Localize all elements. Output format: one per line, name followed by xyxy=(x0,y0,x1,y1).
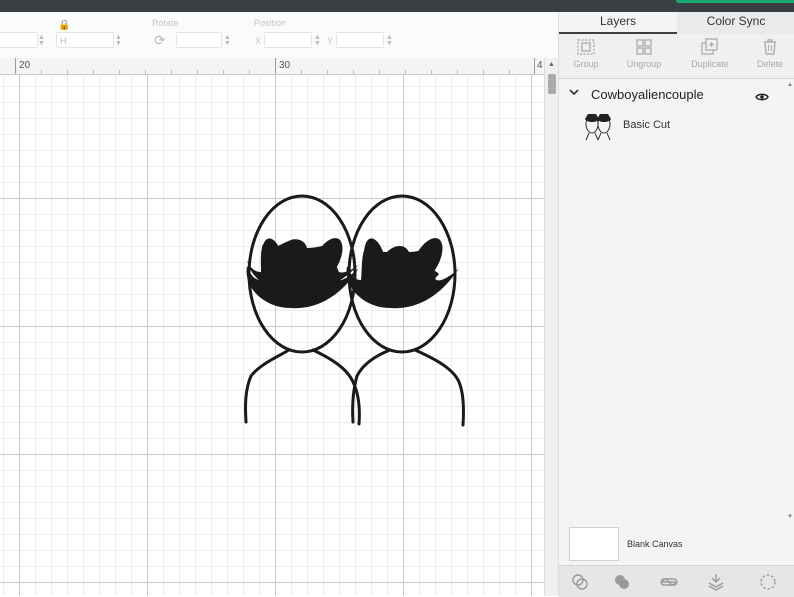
position-x-field[interactable] xyxy=(264,32,312,48)
ruler-minor-tick xyxy=(223,70,224,74)
trash-icon xyxy=(743,38,794,58)
group-label: Group xyxy=(573,59,599,69)
slice-icon[interactable] xyxy=(571,573,589,596)
ruler-major-tick xyxy=(534,58,535,74)
lock-icon[interactable]: 🔒 xyxy=(58,20,70,31)
group-icon xyxy=(559,38,613,58)
rotate-label: Rotate xyxy=(152,18,179,28)
panel-bottom-toolbar xyxy=(559,565,794,597)
scrollbar-thumb[interactable] xyxy=(548,74,556,94)
ungroup-label: Ungroup xyxy=(626,59,662,69)
contour-icon[interactable] xyxy=(759,573,777,596)
height-stepper[interactable]: ▲ ▼ xyxy=(115,34,122,47)
combine-icon[interactable] xyxy=(613,573,631,596)
layer-group-name: Cowboyaliencouple xyxy=(591,87,704,102)
layers-list: Cowboyaliencouple Basic Cut xyxy=(559,79,794,519)
duplicate-label: Duplicate xyxy=(691,59,729,69)
ruler-minor-tick xyxy=(145,70,146,74)
ungroup-button[interactable]: Ungroup xyxy=(617,38,671,69)
ruler-minor-tick xyxy=(301,70,302,74)
blank-canvas-label: Blank Canvas xyxy=(627,539,683,549)
horizontal-ruler: 20 30 4 xyxy=(0,58,544,75)
layer-name: Basic Cut xyxy=(623,119,671,131)
panel-scroll-down-icon[interactable]: ▼ xyxy=(787,514,793,520)
blank-canvas-row[interactable]: Blank Canvas xyxy=(569,527,785,563)
ruler-mark-40: 4 xyxy=(537,60,543,71)
ruler-mark-20: 20 xyxy=(19,60,31,71)
ruler-minor-tick xyxy=(93,70,94,74)
ruler-minor-tick xyxy=(405,70,406,74)
ruler-minor-tick xyxy=(41,70,42,74)
ruler-major-tick xyxy=(15,58,16,74)
ruler-mark-30: 30 xyxy=(279,60,291,71)
eye-icon[interactable] xyxy=(755,89,769,107)
position-x-stepper[interactable]: ▲ ▼ xyxy=(314,34,321,47)
panel-tabs: Layers Color Sync xyxy=(559,12,794,34)
rotate-icon[interactable]: ⟳ xyxy=(154,32,166,49)
ruler-minor-tick xyxy=(431,70,432,74)
layer-actions: Group Ungroup Duplicate Delete xyxy=(559,34,794,79)
scroll-up-arrow-icon[interactable]: ▲ xyxy=(548,61,555,68)
height-field-label: H xyxy=(60,36,67,46)
delete-label: Delete xyxy=(756,59,783,69)
ruler-minor-tick xyxy=(327,70,328,74)
ruler-minor-tick xyxy=(67,70,68,74)
layer-thumbnail xyxy=(583,111,613,146)
tab-layers[interactable]: Layers xyxy=(559,12,677,34)
ruler-minor-tick xyxy=(119,70,120,74)
canvas-vertical-scrollbar[interactable]: ▲ xyxy=(544,58,559,596)
width-stepper[interactable]: ▲ ▼ xyxy=(38,34,45,47)
cowboy-alien-couple-artwork[interactable] xyxy=(235,168,475,438)
edit-toolbar: ▲ ▼ 🔒 H ▲ ▼ Rotate ⟳ ▲ ▼ Position X ▲ ▼ Y ▲ ▼ xyxy=(0,12,558,59)
rotate-stepper[interactable]: ▲ ▼ xyxy=(224,34,231,47)
delete-button[interactable]: Delete xyxy=(743,38,794,69)
height-field[interactable]: H xyxy=(56,32,114,48)
duplicate-button[interactable]: Duplicate xyxy=(683,38,737,69)
chevron-down-icon[interactable] xyxy=(569,88,579,99)
attach-icon[interactable] xyxy=(659,573,679,596)
ruler-minor-tick xyxy=(353,70,354,74)
flatten-icon[interactable] xyxy=(707,573,725,596)
duplicate-icon xyxy=(683,38,737,58)
position-label: Position xyxy=(254,18,287,28)
position-y-stepper[interactable]: ▲ ▼ xyxy=(386,34,393,47)
group-button[interactable]: Group xyxy=(559,38,613,69)
layer-group-row[interactable]: Cowboyaliencouple xyxy=(559,85,794,105)
design-canvas[interactable] xyxy=(0,75,544,596)
blank-canvas-swatch[interactable] xyxy=(569,527,619,561)
width-field[interactable] xyxy=(0,32,38,48)
ruler-major-tick xyxy=(275,58,276,74)
rotate-field[interactable] xyxy=(176,32,222,48)
top-strip xyxy=(0,0,794,12)
ruler-minor-tick xyxy=(457,70,458,74)
ruler-minor-tick xyxy=(483,70,484,74)
x-label: X xyxy=(255,36,262,46)
ungroup-icon xyxy=(617,38,671,58)
ruler-minor-tick xyxy=(249,70,250,74)
layer-row[interactable]: Basic Cut xyxy=(559,111,794,143)
ruler-minor-tick xyxy=(197,70,198,74)
accent-button-edge[interactable] xyxy=(676,0,794,3)
layers-panel: Layers Color Sync Group Ungroup Duplicat… xyxy=(558,12,794,597)
position-y-field[interactable] xyxy=(336,32,384,48)
ruler-minor-tick xyxy=(171,70,172,74)
ruler-minor-tick xyxy=(379,70,380,74)
ruler-minor-tick xyxy=(509,70,510,74)
tab-color-sync[interactable]: Color Sync xyxy=(677,12,794,34)
panel-scrollbar[interactable]: ▲ ▼ xyxy=(787,82,793,522)
y-label: Y xyxy=(327,36,334,46)
panel-scroll-up-icon[interactable]: ▲ xyxy=(787,82,793,88)
